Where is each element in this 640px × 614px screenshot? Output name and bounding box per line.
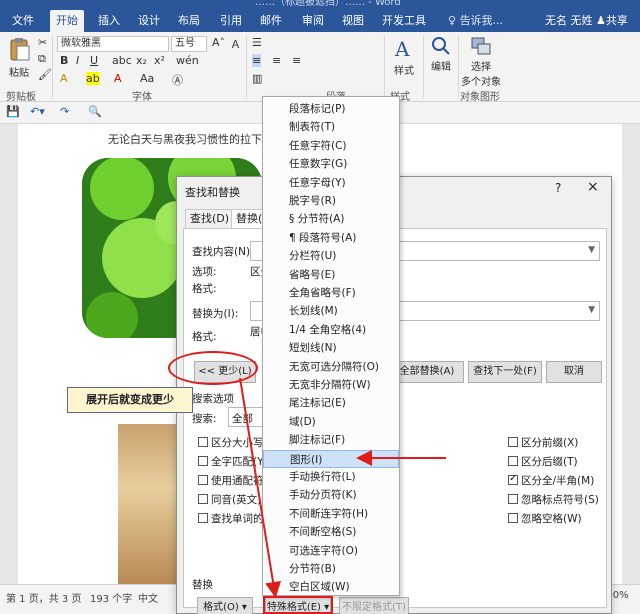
arrow-to-special-button (239, 377, 281, 598)
annotation-arrows (239, 377, 446, 598)
word-window: { "title_fragment": "……（标题被遮挡）…… - Word"… (0, 0, 640, 614)
